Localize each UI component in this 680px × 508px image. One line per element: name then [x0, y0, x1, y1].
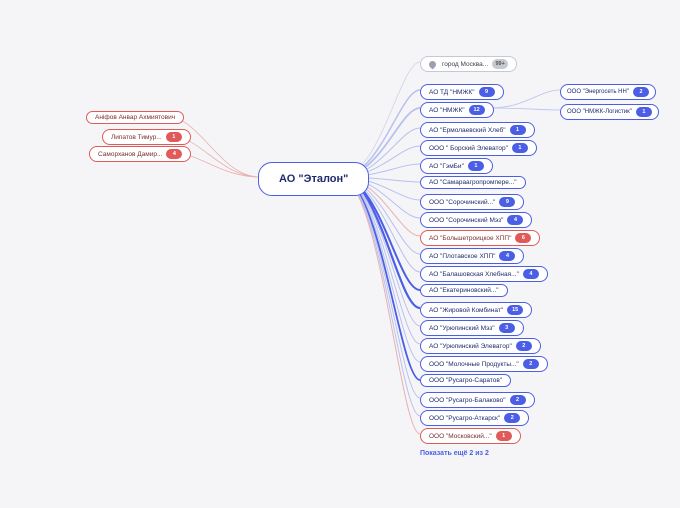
sub-node[interactable]: ООО "НМЖК-Логистик" 1 — [560, 104, 659, 120]
right-node-label: АО "Самараагропромпере..." — [429, 179, 517, 186]
right-node-label: ООО "Молочные Продукты..." — [429, 361, 519, 368]
right-node-label: АО "Большетроицкое ХПП" — [429, 235, 511, 242]
center-node[interactable]: АО "Эталон" — [258, 162, 369, 196]
right-node[interactable]: АО "Плотавское ХПП" 4 — [420, 248, 524, 264]
left-node-label: Липатов Тимур... — [111, 134, 162, 141]
right-node-badge: 9 — [499, 197, 515, 207]
right-node-badge: 2 — [510, 395, 526, 405]
right-node-badge: 1 — [512, 143, 528, 153]
right-node-badge: 9 — [479, 87, 495, 97]
sub-node[interactable]: ООО "Энергосеть НН" 2 — [560, 84, 656, 100]
right-node-badge: 2 — [516, 341, 532, 351]
right-node-label: АО "Жировой Комбинат" — [429, 307, 503, 314]
right-node[interactable]: АО "Большетроицкое ХПП" 6 — [420, 230, 540, 246]
right-node-label: АО "Урюпинский Элеватор" — [429, 343, 512, 350]
right-node-label: ООО "Русагро-Саратов" — [429, 377, 502, 384]
right-node-badge: 2 — [523, 359, 539, 369]
right-node[interactable]: АО "Самараагропромпере..." — [420, 176, 526, 189]
right-node[interactable]: АО ТД "НМЖК" 9 — [420, 84, 504, 100]
right-node-label: ООО "Сорочинский Мэз" — [429, 217, 503, 224]
right-node-label: АО "Екатериновский..." — [429, 287, 499, 294]
right-node[interactable]: ООО "Русагро-Саратов" — [420, 374, 511, 387]
left-node-label: Аніфов Анвар Ахмиятович — [95, 114, 175, 121]
right-node[interactable]: ООО "Московский..." 1 — [420, 428, 521, 444]
right-node[interactable]: ООО "Русагро-Аткарск" 2 — [420, 410, 529, 426]
sub-node-badge: 1 — [636, 107, 652, 117]
right-node-badge: 4 — [499, 251, 515, 261]
center-label: АО "Эталон" — [279, 173, 348, 185]
right-node[interactable]: АО "Урюпинский Мэз" 3 — [420, 320, 524, 336]
right-node-label: ООО "Русагро-Балаково" — [429, 397, 506, 404]
right-node[interactable]: ООО " Борский Элеватор" 1 — [420, 140, 537, 156]
right-node[interactable]: АО "Жировой Комбинат" 15 — [420, 302, 532, 318]
right-node-label: АО ТД "НМЖК" — [429, 89, 475, 96]
right-node-label: АО "Ермолаевский Хлеб" — [429, 127, 506, 134]
right-node-badge: 1 — [510, 125, 526, 135]
location-label: город Москва... — [442, 61, 488, 68]
left-node[interactable]: Липатов Тимур... 1 — [102, 129, 191, 145]
right-node[interactable]: АО "Урюпинский Элеватор" 2 — [420, 338, 541, 354]
right-node-badge: 12 — [469, 105, 485, 115]
sub-node-label: ООО "НМЖК-Логистик" — [567, 109, 632, 115]
location-pin-icon — [428, 59, 438, 69]
right-node-label: ООО "Русагро-Аткарск" — [429, 415, 500, 422]
right-node[interactable]: АО "Ермолаевский Хлеб" 1 — [420, 122, 535, 138]
right-node[interactable]: АО "Екатериновский..." — [420, 284, 508, 297]
right-node[interactable]: ООО "Сорочинский..." 9 — [420, 194, 524, 210]
right-node-label: ООО "Сорочинский..." — [429, 199, 495, 206]
right-node-label: ООО " Борский Элеватор" — [429, 145, 508, 152]
right-node-badge: 15 — [507, 305, 523, 315]
right-node-label: ООО "Московский..." — [429, 433, 492, 440]
left-node-label: Саморханов Дамир... — [98, 151, 162, 158]
left-node[interactable]: Саморханов Дамир... 4 — [89, 146, 191, 162]
right-node-label: АО "Балашовская Хлебная..." — [429, 271, 519, 278]
show-more-label: Показать ещё 2 из 2 — [420, 450, 489, 457]
right-node[interactable]: АО "Балашовская Хлебная..." 4 — [420, 266, 548, 282]
right-node-label: АО "Урюпинский Мэз" — [429, 325, 495, 332]
diagram-canvas[interactable]: АО "Эталон" город Москва... 99+ Аніфов А… — [0, 0, 680, 508]
location-node[interactable]: город Москва... 99+ — [420, 56, 517, 72]
right-node[interactable]: ООО "Русагро-Балаково" 2 — [420, 392, 535, 408]
left-node[interactable]: Аніфов Анвар Ахмиятович — [86, 111, 184, 124]
right-node-badge: 3 — [499, 323, 515, 333]
right-node-label: АО "ГэмБи" — [429, 163, 464, 170]
right-node-badge: 2 — [504, 413, 520, 423]
right-node[interactable]: АО "ГэмБи" 1 — [420, 158, 493, 174]
left-node-badge: 1 — [166, 132, 182, 142]
right-node[interactable]: ООО "Молочные Продукты..." 2 — [420, 356, 548, 372]
right-node[interactable]: АО "НМЖК" 12 — [420, 102, 494, 118]
show-more-link[interactable]: Показать ещё 2 из 2 — [420, 450, 489, 457]
right-node-label: АО "НМЖК" — [429, 107, 465, 114]
right-node-badge: 1 — [496, 431, 512, 441]
left-node-badge: 4 — [166, 149, 182, 159]
right-node-badge: 6 — [515, 233, 531, 243]
sub-node-label: ООО "Энергосеть НН" — [567, 89, 629, 95]
right-node-badge: 1 — [468, 161, 484, 171]
right-node-badge: 4 — [523, 269, 539, 279]
right-node-badge: 4 — [507, 215, 523, 225]
location-badge: 99+ — [492, 59, 508, 69]
sub-node-badge: 2 — [633, 87, 649, 97]
edges-layer — [0, 0, 680, 508]
right-node-label: АО "Плотавское ХПП" — [429, 253, 495, 260]
right-node[interactable]: ООО "Сорочинский Мэз" 4 — [420, 212, 532, 228]
